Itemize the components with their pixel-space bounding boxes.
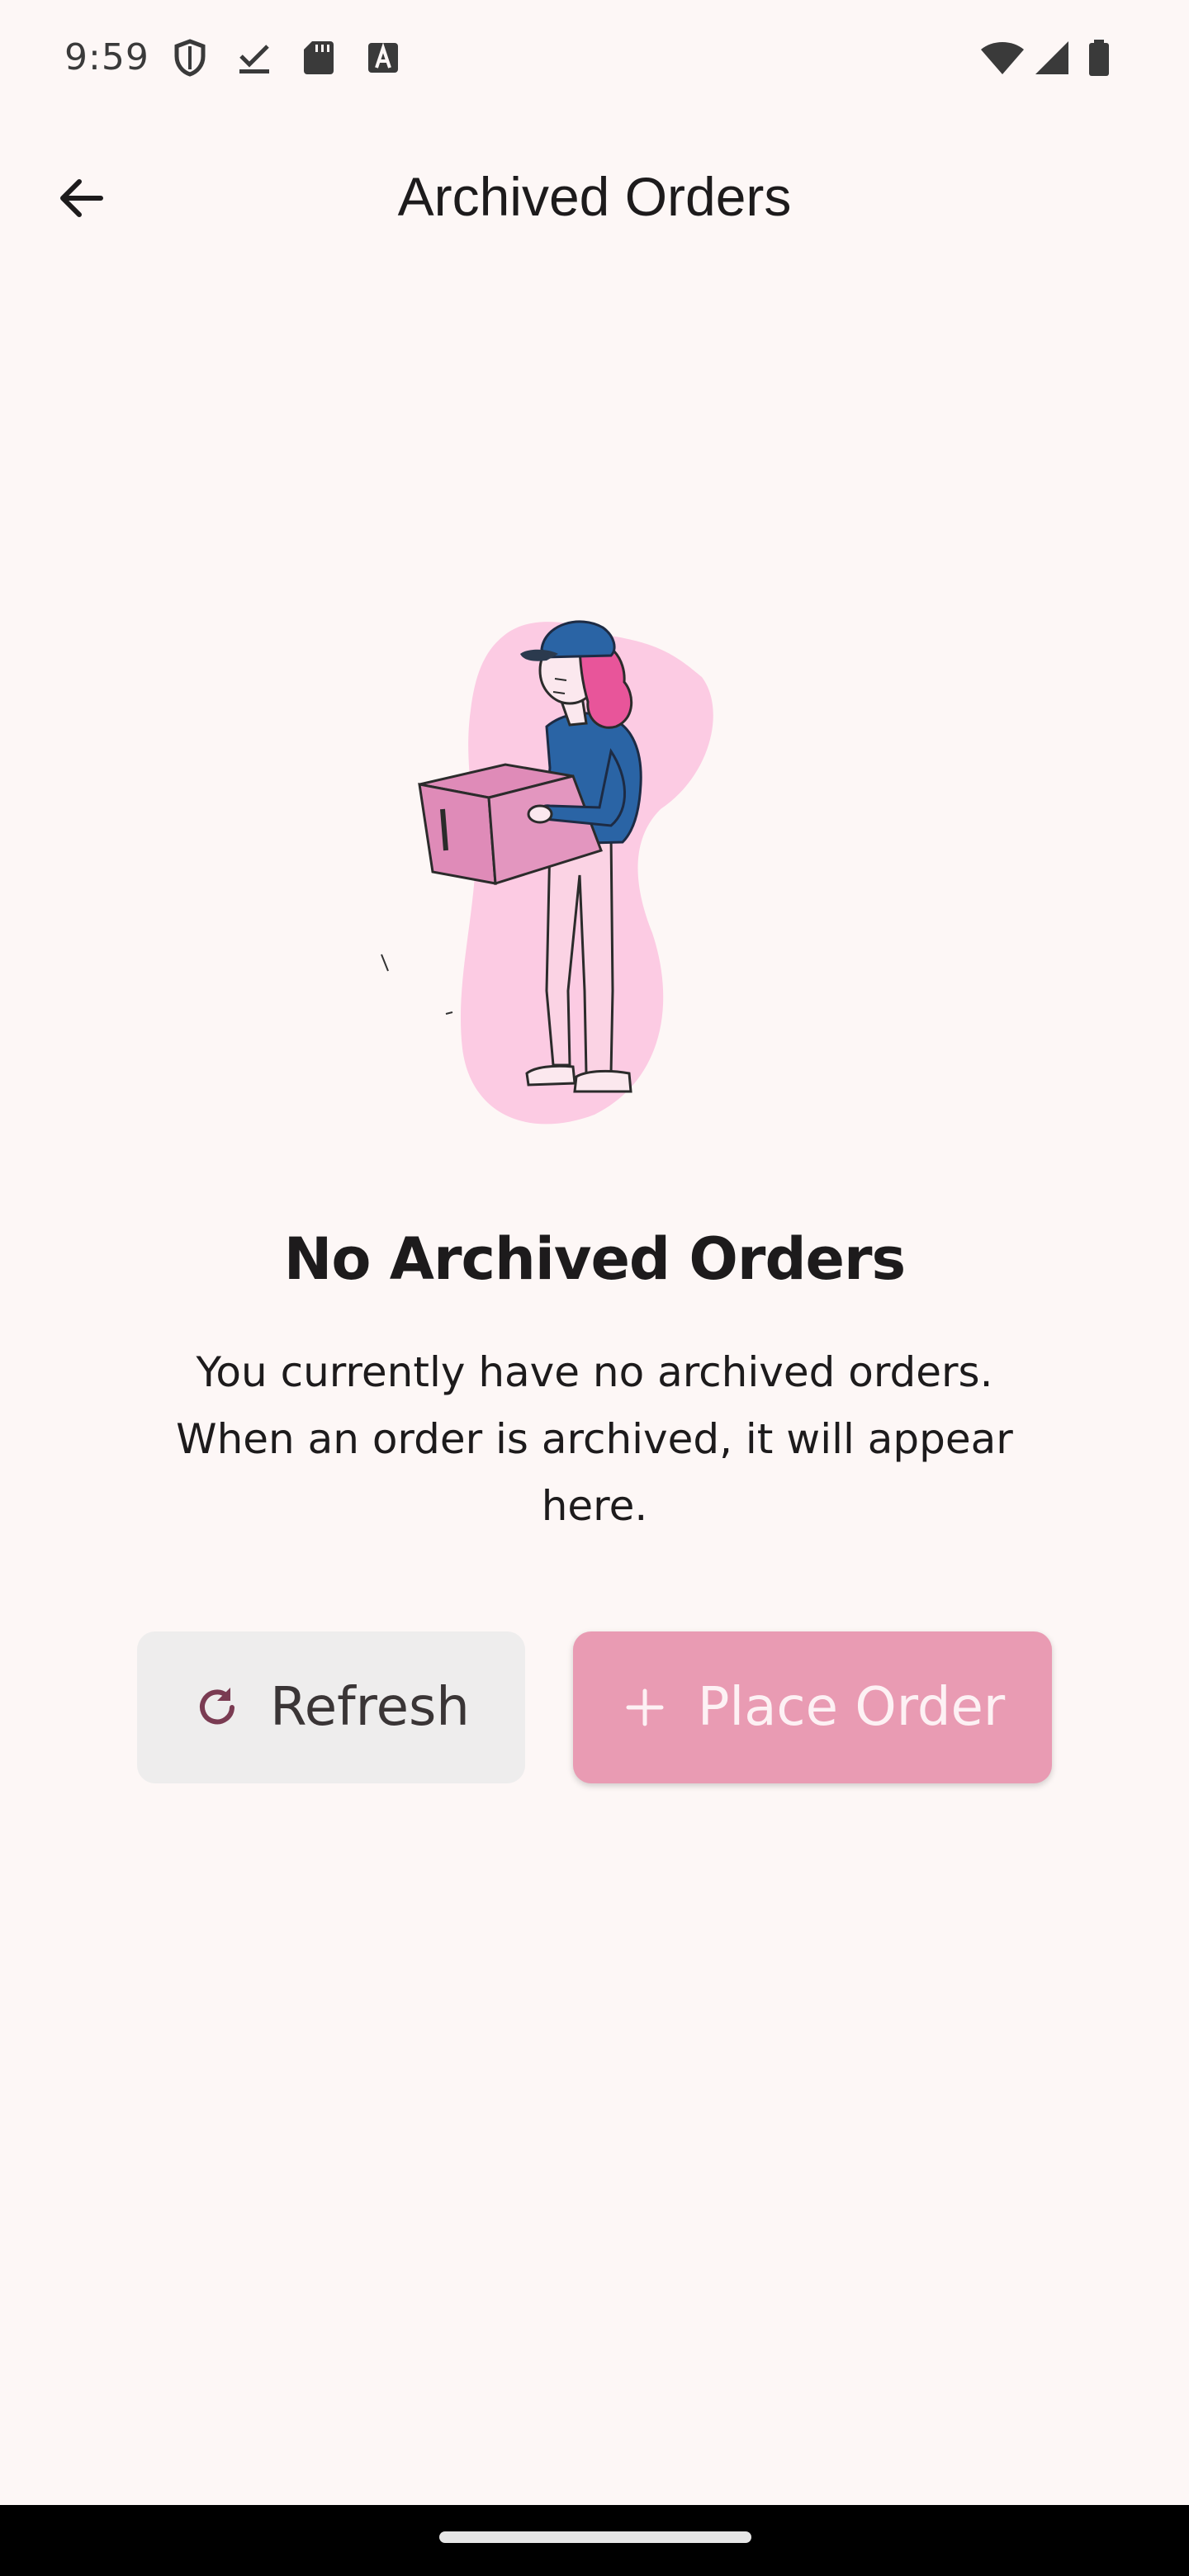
refresh-label: Refresh (270, 1677, 470, 1738)
empty-state-title: No Archived Orders (283, 1225, 906, 1293)
font-a-icon (363, 38, 403, 78)
refresh-button[interactable]: Refresh (137, 1631, 525, 1783)
cell-signal-icon (1032, 38, 1072, 78)
status-time: 9:59 (64, 36, 149, 78)
place-order-button[interactable]: Place Order (573, 1631, 1052, 1783)
empty-state-description: You currently have no archived orders. W… (176, 1348, 1013, 1530)
plus-icon (620, 1683, 670, 1732)
page-title: Archived Orders (397, 166, 792, 227)
wifi-icon (979, 38, 1026, 78)
sd-card-icon (299, 38, 339, 78)
battery-icon (1087, 38, 1111, 78)
download-done-icon (234, 38, 274, 78)
top-app-bar: Archived Orders (0, 132, 1189, 264)
woman-holding-box-illustration (363, 603, 826, 1139)
home-gesture-handle[interactable] (439, 2531, 751, 2543)
refresh-icon (192, 1683, 242, 1732)
shield-icon (170, 38, 210, 78)
status-bar: 9:59 (0, 0, 1189, 116)
place-order-label: Place Order (697, 1677, 1006, 1738)
system-navigation-bar (0, 2505, 1189, 2576)
